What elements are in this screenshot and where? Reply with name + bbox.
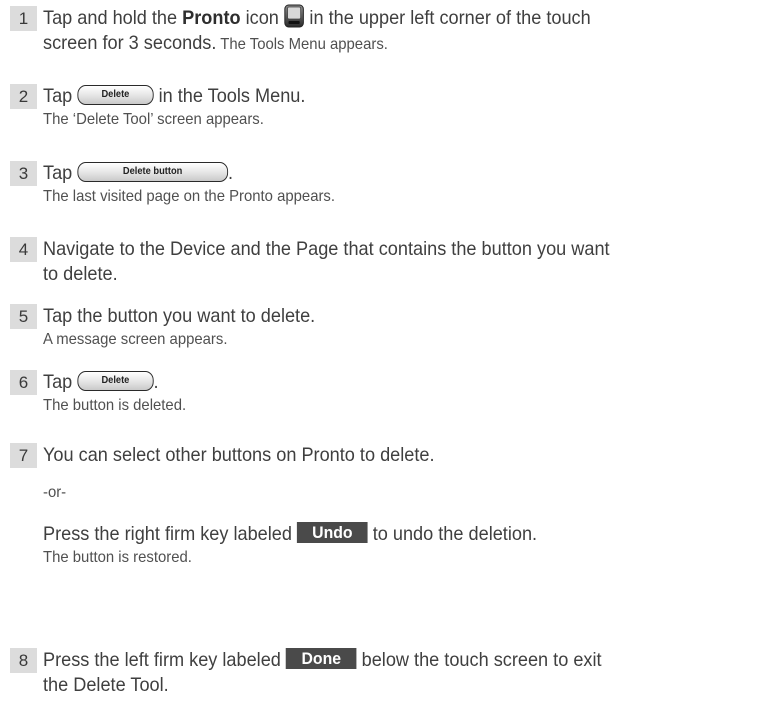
delete-confirm-button[interactable]: Delete: [77, 370, 154, 391]
pronto-label: Pronto: [182, 7, 241, 29]
step-result: The button is restored.: [43, 549, 192, 566]
undo-firm-key[interactable]: Undo: [297, 522, 368, 544]
step-text: Navigate to the Device and the Page that…: [43, 238, 610, 260]
step-result: The last visited page on the Pronto appe…: [43, 188, 336, 205]
step-7: 7 You can select other buttons on Pronto…: [10, 443, 766, 569]
step-text: Tap and hold the Pronto icon in the uppe…: [43, 4, 715, 31]
step-text: Tap the button you want to delete.: [43, 305, 316, 327]
step-number: 2: [10, 84, 37, 109]
step-result: The button is deleted.: [43, 397, 187, 414]
pronto-remote-icon: [284, 4, 304, 28]
step-number: 5: [10, 304, 37, 329]
step-4: 4 Navigate to the Device and the Page th…: [10, 237, 766, 287]
step-number: 8: [10, 648, 37, 673]
step-text: Tap Delete.: [43, 370, 159, 393]
step-result: The ‘Delete Tool’ screen appears.: [43, 111, 264, 128]
step-text: screen for 3 seconds. The Tools Menu app…: [43, 32, 388, 54]
step-2: 2 Tap Delete in the Tools Menu. The ‘Del…: [10, 84, 766, 131]
step-result: A message screen appears.: [43, 331, 228, 348]
step-number: 3: [10, 161, 37, 186]
step-text: to delete.: [43, 263, 118, 285]
done-firm-key[interactable]: Done: [285, 648, 357, 670]
step-text: the Delete Tool.: [43, 674, 169, 696]
step-text: You can select other buttons on Pronto t…: [43, 444, 435, 466]
step-number: 6: [10, 370, 37, 395]
step-6: 6 Tap Delete. The button is deleted.: [10, 370, 766, 417]
step-5: 5 Tap the button you want to delete. A m…: [10, 304, 766, 351]
step-text: Tap Delete button.: [43, 161, 233, 184]
step-text: Press the right firm key labeled Undo to…: [43, 522, 538, 545]
step-text: Tap Delete in the Tools Menu.: [43, 84, 306, 107]
step-3: 3 Tap Delete button. The last visited pa…: [10, 161, 766, 208]
or-separator: -or-: [43, 484, 67, 501]
step-number: 1: [10, 6, 37, 31]
step-number: 4: [10, 237, 37, 262]
step-8: 8 Press the left firm key labeled Done b…: [10, 648, 766, 698]
delete-button-tool[interactable]: Delete button: [77, 161, 228, 182]
delete-button[interactable]: Delete: [77, 84, 154, 105]
step-number: 7: [10, 443, 37, 468]
step-text: Press the left firm key labeled Done bel…: [43, 648, 602, 671]
step-1: 1 Tap and hold the Pronto icon in the up…: [10, 4, 766, 56]
